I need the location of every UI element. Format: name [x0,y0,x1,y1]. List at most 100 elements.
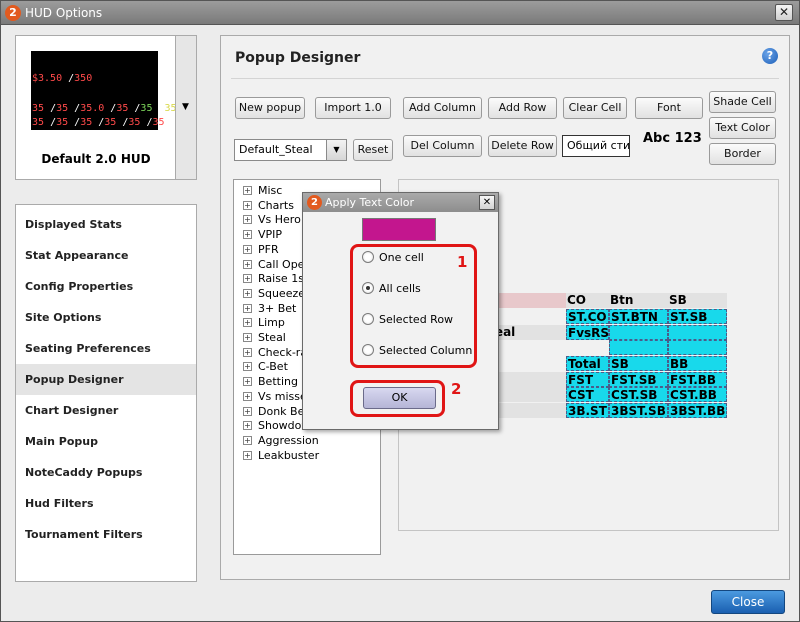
close-button[interactable]: Close [711,590,785,614]
sidebar-item[interactable]: Main Popup [16,426,196,457]
sidebar-item[interactable]: Seating Preferences [16,333,196,364]
reset-button[interactable]: Reset [353,139,393,161]
sidebar-item[interactable]: Chart Designer [16,395,196,426]
grid-cell[interactable] [609,325,668,340]
sidebar-item[interactable]: Site Options [16,302,196,333]
expand-plus-icon[interactable]: + [243,259,252,269]
expand-plus-icon[interactable]: + [243,274,252,284]
window-close-button[interactable]: ✕ [775,4,793,21]
grid-cell[interactable]: FST [566,372,609,387]
del-column-button[interactable]: Del Column [403,135,482,157]
grid-cell[interactable]: Total [566,356,609,371]
tree-node[interactable]: + Vs Hero [243,213,301,227]
border-button[interactable]: Border [709,143,776,165]
sidebar-item[interactable]: Popup Designer [16,364,196,395]
font-sample-text: Abc 123 [643,131,702,146]
grid-cell[interactable] [566,340,609,355]
grid-cell[interactable]: BB [668,356,727,371]
grid-cell[interactable]: CST.BB [668,387,727,402]
clear-cell-button[interactable]: Clear Cell [563,97,627,119]
sidebar-item[interactable]: Config Properties [16,271,196,302]
hud-preview[interactable]: $3.50 /350 35 /35 /35.0 /35 /35 /35 35 /… [15,35,197,180]
hud-name-label: Default 2.0 HUD [41,152,151,166]
expand-plus-icon[interactable]: + [243,391,252,401]
expand-plus-icon[interactable]: + [243,303,252,313]
expand-plus-icon[interactable]: + [243,377,252,387]
expand-plus-icon[interactable]: + [243,244,252,254]
grid-cell[interactable]: FST.SB [609,372,668,387]
grid-cell[interactable]: ST.CO [566,309,609,324]
hud-stat-value: / [116,117,129,128]
divider [231,78,779,79]
expand-plus-icon[interactable]: + [243,362,252,372]
tree-node[interactable]: + Aggression [243,434,319,448]
tree-node[interactable]: + Steal [243,331,286,345]
expand-plus-icon[interactable]: + [243,435,252,445]
text-color-button[interactable]: Text Color [709,117,776,139]
grid-cell[interactable]: FST.BB [668,372,727,387]
tree-node[interactable]: + Squeeze [243,287,305,301]
style-name-input[interactable]: Общий стиль [562,135,630,157]
grid-cell[interactable]: CST.SB [609,387,668,402]
grid-cell[interactable]: 3BST.BB [668,403,727,418]
sidebar-item[interactable]: Tournament Filters [16,519,196,550]
expand-plus-icon[interactable]: + [243,186,252,195]
add-column-button[interactable]: Add Column [403,97,482,119]
grid-cell[interactable]: CST [566,387,609,402]
tree-node[interactable]: + C-Bet [243,360,288,374]
tree-node[interactable]: + Raise 1st [243,272,308,286]
tree-node[interactable]: + Misc [243,184,282,198]
sidebar-item[interactable]: Hud Filters [16,488,196,519]
tree-node[interactable]: + Leakbuster [243,449,319,463]
grid-cell[interactable]: 3B.ST [566,403,609,418]
tree-node[interactable]: + Betting [243,375,298,389]
grid-cell[interactable]: CO [566,293,609,308]
hud-select-dropdown-button[interactable]: ▼ [175,35,197,180]
grid-cell[interactable] [668,325,727,340]
grid-cell[interactable]: ST.SB [668,309,727,324]
tree-node[interactable]: + Charts [243,199,294,213]
expand-plus-icon[interactable]: + [243,333,252,342]
grid-cell[interactable]: ST.BTN [609,309,668,324]
import-button[interactable]: Import 1.0 [315,97,391,119]
sidebar-item[interactable]: Displayed Stats [16,209,196,240]
sidebar-item[interactable]: NoteCaddy Popups [16,457,196,488]
shade-cell-button[interactable]: Shade Cell [709,91,776,113]
expand-plus-icon[interactable]: + [243,215,252,225]
tree-node-label: Charts [258,198,294,212]
popup-select[interactable]: Default_Steal ▼ [234,139,347,161]
expand-plus-icon[interactable]: + [243,421,252,431]
hud-stat-value: 35 [56,103,69,114]
grid-cell[interactable] [609,340,668,355]
tree-node[interactable]: + VPIP [243,228,282,242]
tree-node[interactable]: +3+ Bet [243,302,296,316]
grid-cell[interactable]: 3BST.SB [609,403,668,418]
sidebar-item[interactable]: Stat Appearance [16,240,196,271]
help-icon[interactable]: ? [762,48,778,64]
expand-plus-icon[interactable]: + [243,288,252,298]
tree-node-label: Squeeze [258,286,306,300]
expand-plus-icon[interactable]: + [243,230,252,240]
expand-plus-icon[interactable]: + [243,450,252,460]
expand-plus-icon[interactable]: + [243,318,252,328]
expand-plus-icon[interactable]: + [243,347,252,357]
grid-cell[interactable]: FvsRS [566,325,609,340]
dialog-close-button[interactable]: ✕ [479,195,495,210]
grid-cell[interactable]: SB [668,293,727,308]
grid-cell[interactable] [668,340,727,355]
tree-node[interactable]: + Limp [243,316,285,330]
dropdown-arrow-icon[interactable]: ▼ [326,140,346,160]
tree-node-label: 3+ Bet [258,301,297,315]
new-popup-button[interactable]: New popup [235,97,305,119]
font-button[interactable]: Font [635,97,703,119]
tree-node[interactable]: + PFR [243,243,279,257]
expand-plus-icon[interactable]: + [243,406,252,416]
tree-node[interactable]: + Donk Bet [243,405,309,419]
grid-cell[interactable]: SB [609,356,668,371]
delete-row-button[interactable]: Delete Row [488,135,557,157]
grid-cell[interactable]: Btn [609,293,668,308]
expand-plus-icon[interactable]: + [243,200,252,210]
tree-node-label: Aggression [258,433,319,447]
add-row-button[interactable]: Add Row [488,97,557,119]
callout-box-ok [350,380,445,417]
